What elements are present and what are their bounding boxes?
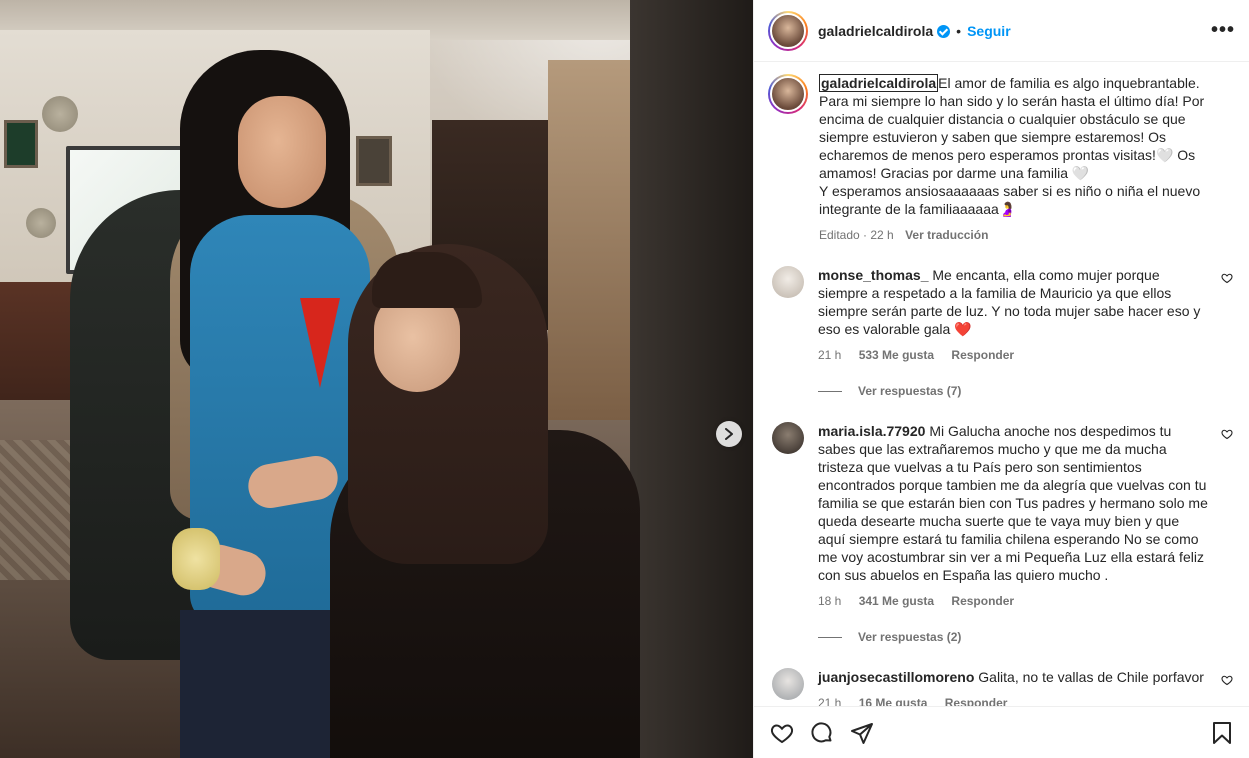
view-replies-label: Ver respuestas (7): [858, 384, 962, 398]
author-avatar[interactable]: [768, 10, 808, 51]
comment-meta: 18 h 341 Me gusta Responder: [818, 594, 1210, 608]
comment-item: monse_thomas_ Me encanta, ella como muje…: [768, 266, 1233, 398]
post-header: galadrielcaldirola • Seguir •••: [754, 0, 1249, 62]
instagram-post-modal: galadrielcaldirola • Seguir ••• galadrie…: [0, 0, 1249, 758]
post-photo[interactable]: [0, 0, 753, 758]
view-replies-label: Ver respuestas (2): [858, 630, 962, 644]
comment-username[interactable]: monse_thomas_: [818, 267, 928, 283]
comment-avatar[interactable]: [772, 422, 804, 454]
comment-text-block: juanjosecastillomoreno Galita, no te val…: [818, 668, 1210, 686]
comment-time: 21 h: [818, 348, 842, 362]
post-caption: galadrielcaldirola El amor de familia es …: [768, 74, 1233, 242]
comment-likes[interactable]: 16 Me gusta: [859, 696, 928, 706]
next-photo-button[interactable]: [716, 421, 742, 447]
heart-icon[interactable]: [770, 721, 794, 745]
replies-line: [818, 636, 842, 638]
separator-dot: •: [956, 22, 962, 39]
replies-line: [818, 390, 842, 392]
comment-text: Mi Galucha anoche nos despedimos tu sabe…: [818, 423, 1208, 583]
caption-text-block: galadrielcaldirola El amor de familia es …: [819, 74, 1223, 218]
bookmark-icon[interactable]: [1211, 721, 1233, 745]
wall-frame: [356, 136, 392, 186]
verified-badge-icon: [937, 25, 951, 38]
comment-icon[interactable]: [810, 721, 834, 745]
post-side-panel: galadrielcaldirola • Seguir ••• galadrie…: [753, 0, 1249, 758]
caption-meta: Editado · 22 h Ver traducción: [819, 228, 1223, 242]
scrunchie: [172, 528, 220, 590]
share-icon[interactable]: [850, 721, 874, 745]
comment-like-heart-icon[interactable]: [1221, 674, 1233, 686]
wall-plate: [42, 96, 78, 132]
comment-item: juanjosecastillomoreno Galita, no te val…: [768, 668, 1233, 706]
comment-text: Galita, no te vallas de Chile porfavor: [978, 669, 1204, 685]
comment-meta: 21 h 533 Me gusta Responder: [818, 348, 1210, 362]
comment-likes[interactable]: 341 Me gusta: [859, 594, 934, 608]
wall-plate: [26, 208, 56, 238]
wall-frame: [4, 120, 38, 168]
view-replies-button[interactable]: Ver respuestas (7): [818, 384, 1210, 398]
caption-body: galadrielcaldirola El amor de familia es …: [819, 74, 1223, 242]
comment-body: maria.isla.77920 Mi Galucha anoche nos d…: [818, 422, 1210, 644]
caption-avatar[interactable]: [768, 74, 808, 114]
reply-button[interactable]: Responder: [951, 594, 1014, 608]
see-translation-link[interactable]: Ver traducción: [905, 228, 988, 242]
comment-time: 18 h: [818, 594, 842, 608]
comment-time: 21 h: [818, 696, 842, 706]
author-username[interactable]: galadrielcaldirola: [818, 23, 933, 39]
comment-body: juanjosecastillomoreno Galita, no te val…: [818, 668, 1210, 706]
view-replies-button[interactable]: Ver respuestas (2): [818, 630, 1210, 644]
comment-text-block: monse_thomas_ Me encanta, ella como muje…: [818, 266, 1210, 338]
comment-meta: 21 h 16 Me gusta Responder: [818, 696, 1210, 706]
photo-right-cabinet: [630, 0, 753, 758]
reply-button[interactable]: Responder: [945, 696, 1008, 706]
post-actions-bar: [754, 706, 1249, 758]
comment-like-heart-icon[interactable]: [1221, 272, 1233, 284]
comment-username[interactable]: maria.isla.77920: [818, 423, 925, 439]
more-options-icon[interactable]: •••: [1211, 19, 1235, 42]
comment-avatar[interactable]: [772, 668, 804, 700]
person-left-face: [238, 96, 326, 208]
comment-body: monse_thomas_ Me encanta, ella como muje…: [818, 266, 1210, 398]
reply-button[interactable]: Responder: [951, 348, 1014, 362]
comment-likes[interactable]: 533 Me gusta: [859, 348, 934, 362]
caption-avatar-image: [770, 76, 806, 112]
caption-edited-time: Editado · 22 h: [819, 228, 894, 242]
author-avatar-image: [770, 12, 806, 49]
comment-like-heart-icon[interactable]: [1221, 428, 1233, 440]
comment-username[interactable]: juanjosecastillomoreno: [818, 669, 974, 685]
comment-item: maria.isla.77920 Mi Galucha anoche nos d…: [768, 422, 1233, 644]
chevron-right-icon: [725, 428, 733, 440]
comments-scroll-area[interactable]: galadrielcaldirola El amor de familia es …: [754, 62, 1249, 706]
follow-button[interactable]: Seguir: [967, 23, 1011, 39]
caption-text-line2: Y esperamos ansiosaaaaaas saber si es ni…: [819, 183, 1201, 217]
comment-avatar[interactable]: [772, 266, 804, 298]
caption-username[interactable]: galadrielcaldirola: [819, 74, 939, 92]
comment-text-block: maria.isla.77920 Mi Galucha anoche nos d…: [818, 422, 1210, 584]
person-left-legs: [180, 610, 350, 758]
